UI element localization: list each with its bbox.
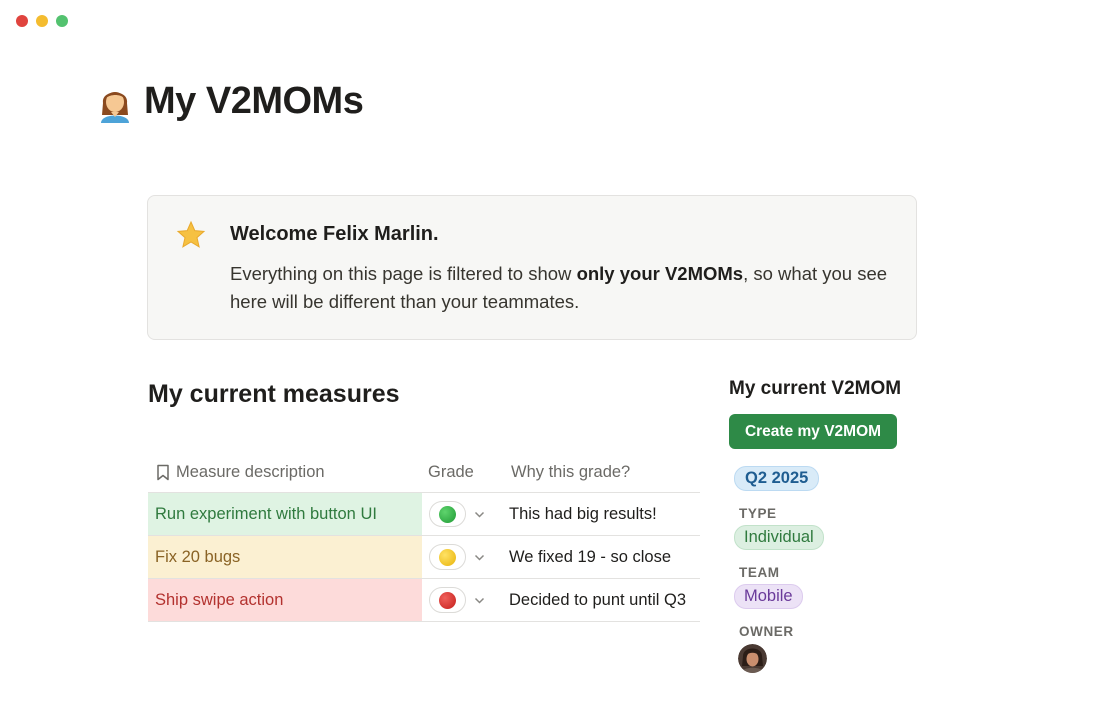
table-row[interactable]: Fix 20 bugs We fixed 19 - so close: [148, 536, 700, 579]
grade-pill[interactable]: [429, 544, 466, 570]
column-header-description[interactable]: Measure description: [148, 463, 422, 482]
yellow-dot-icon: [439, 548, 456, 566]
grade-reason[interactable]: We fixed 19 - so close: [507, 536, 700, 578]
chevron-down-icon[interactable]: [474, 554, 485, 561]
chevron-down-icon[interactable]: [474, 597, 485, 604]
window-controls: [16, 15, 68, 27]
page-title: My V2MOMs: [144, 80, 364, 122]
team-tag[interactable]: Mobile: [734, 584, 803, 609]
column-header-grade[interactable]: Grade: [422, 463, 507, 482]
measure-description[interactable]: Fix 20 bugs: [148, 536, 422, 578]
create-v2mom-button[interactable]: Create my V2MOM: [729, 414, 897, 449]
measures-heading: My current measures: [148, 380, 400, 408]
grade-pill[interactable]: [429, 587, 466, 613]
maximize-window-button[interactable]: [56, 15, 68, 27]
measures-table: Measure description Grade Why this grade…: [148, 453, 700, 622]
current-v2mom-title: My current V2MOM: [729, 378, 902, 399]
period-tag[interactable]: Q2 2025: [734, 466, 820, 491]
green-dot-icon: [439, 505, 456, 523]
column-header-description-label: Measure description: [176, 463, 325, 481]
table-row[interactable]: Ship swipe action Decided to punt until …: [148, 579, 700, 622]
owner-label: OWNER: [739, 624, 794, 639]
bookmark-icon: [157, 464, 169, 481]
welcome-callout: Welcome Felix Marlin. Everything on this…: [147, 195, 917, 340]
current-v2mom-panel: My current V2MOM Create my V2MOM Q2 2025…: [729, 378, 1029, 678]
table-header: Measure description Grade Why this grade…: [148, 453, 700, 493]
avatar[interactable]: [738, 644, 767, 673]
person-emoji-icon: [101, 91, 129, 123]
star-icon: [176, 220, 206, 248]
callout-body-bold: only your V2MOMs: [576, 263, 744, 284]
grade-pill[interactable]: [429, 501, 466, 527]
grade-select[interactable]: [422, 579, 507, 621]
minimize-window-button[interactable]: [36, 15, 48, 27]
callout-body: Everything on this page is filtered to s…: [230, 263, 888, 312]
type-tag[interactable]: Individual: [734, 525, 824, 550]
callout-title: Welcome Felix Marlin.: [230, 223, 439, 245]
close-window-button[interactable]: [16, 15, 28, 27]
measure-description[interactable]: Ship swipe action: [148, 579, 422, 621]
red-dot-icon: [439, 591, 456, 609]
grade-select[interactable]: [422, 493, 507, 535]
page-header: My V2MOMs: [98, 80, 364, 123]
grade-select[interactable]: [422, 536, 507, 578]
type-label: TYPE: [739, 506, 777, 521]
grade-reason[interactable]: Decided to punt until Q3: [507, 579, 700, 621]
table-row[interactable]: Run experiment with button UI This had b…: [148, 493, 700, 536]
team-label: TEAM: [739, 565, 780, 580]
column-header-why[interactable]: Why this grade?: [507, 463, 700, 482]
chevron-down-icon[interactable]: [474, 511, 485, 518]
grade-reason[interactable]: This had big results!: [507, 493, 700, 535]
measure-description[interactable]: Run experiment with button UI: [148, 493, 422, 535]
